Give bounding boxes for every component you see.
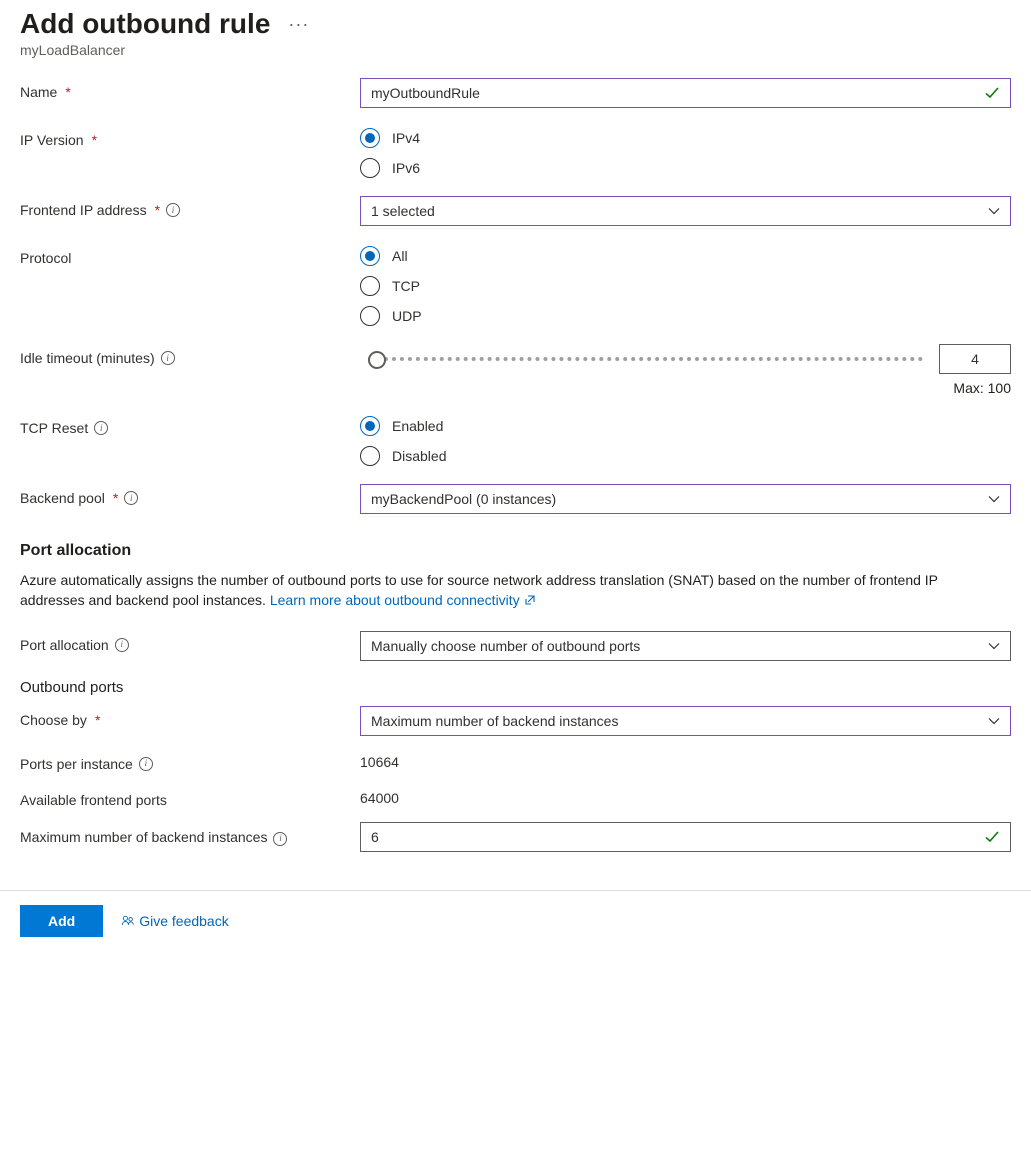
ipversion-radio-group: IPv4 IPv6 [360, 126, 1011, 178]
max-backend-label: Maximum number of backend instances i [20, 822, 360, 846]
idle-timeout-max-label: Max: 100 [360, 380, 1011, 396]
frontend-label: Frontend IP address* i [20, 196, 360, 218]
chevron-down-icon [988, 493, 1000, 505]
form-body: Name* myOutboundRule IP Version* IPv4 [0, 62, 1031, 890]
page-subtitle: myLoadBalancer [20, 42, 1011, 58]
idle-timeout-label: Idle timeout (minutes) i [20, 344, 360, 366]
protocol-all-radio[interactable]: All [360, 246, 1011, 266]
tcp-reset-enabled-radio[interactable]: Enabled [360, 416, 1011, 436]
port-allocation-label: Port allocation i [20, 631, 360, 653]
choose-by-select[interactable]: Maximum number of backend instances [360, 706, 1011, 736]
idle-timeout-slider[interactable] [368, 357, 923, 361]
footer: Add Give feedback [0, 890, 1031, 951]
learn-more-link[interactable]: Learn more about outbound connectivity [270, 592, 536, 608]
check-icon [984, 829, 1000, 845]
tcp-reset-label: TCP Reset i [20, 414, 360, 436]
idle-timeout-value[interactable]: 4 [939, 344, 1011, 374]
more-icon[interactable]: ··· [288, 14, 309, 35]
page-title: Add outbound rule [20, 8, 270, 40]
external-link-icon [524, 591, 536, 603]
max-backend-input[interactable]: 6 [360, 822, 1011, 852]
frontend-select[interactable]: 1 selected [360, 196, 1011, 226]
available-frontend-ports-value: 64000 [360, 786, 1011, 806]
name-label: Name* [20, 78, 360, 100]
chevron-down-icon [988, 205, 1000, 217]
port-allocation-select[interactable]: Manually choose number of outbound ports [360, 631, 1011, 661]
chevron-down-icon [988, 715, 1000, 727]
add-button[interactable]: Add [20, 905, 103, 937]
available-frontend-ports-label: Available frontend ports [20, 786, 360, 808]
check-icon [984, 85, 1000, 101]
info-icon[interactable]: i [124, 491, 138, 505]
give-feedback-link[interactable]: Give feedback [121, 913, 229, 929]
port-allocation-title: Port allocation [20, 542, 1011, 560]
tcp-reset-radio-group: Enabled Disabled [360, 414, 1011, 466]
ipversion-ipv6-radio[interactable]: IPv6 [360, 158, 1011, 178]
info-icon[interactable]: i [139, 757, 153, 771]
port-allocation-desc: Azure automatically assigns the number o… [20, 570, 980, 611]
ipversion-label: IP Version* [20, 126, 360, 148]
ipversion-ipv4-radio[interactable]: IPv4 [360, 128, 1011, 148]
protocol-radio-group: All TCP UDP [360, 244, 1011, 326]
chevron-down-icon [988, 640, 1000, 652]
info-icon[interactable]: i [161, 351, 175, 365]
protocol-label: Protocol [20, 244, 360, 266]
ports-per-instance-label: Ports per instance i [20, 750, 360, 772]
info-icon[interactable]: i [94, 421, 108, 435]
backend-pool-label: Backend pool* i [20, 484, 360, 506]
info-icon[interactable]: i [273, 832, 287, 846]
tcp-reset-disabled-radio[interactable]: Disabled [360, 446, 1011, 466]
panel-header: Add outbound rule ··· myLoadBalancer [0, 0, 1031, 62]
feedback-icon [121, 914, 135, 928]
slider-thumb[interactable] [368, 351, 386, 369]
protocol-tcp-radio[interactable]: TCP [360, 276, 1011, 296]
backend-pool-select[interactable]: myBackendPool (0 instances) [360, 484, 1011, 514]
ports-per-instance-value: 10664 [360, 750, 1011, 770]
outbound-ports-title: Outbound ports [20, 679, 1011, 696]
protocol-udp-radio[interactable]: UDP [360, 306, 1011, 326]
choose-by-label: Choose by* [20, 706, 360, 728]
info-icon[interactable]: i [166, 203, 180, 217]
name-input[interactable]: myOutboundRule [360, 78, 1011, 108]
info-icon[interactable]: i [115, 638, 129, 652]
